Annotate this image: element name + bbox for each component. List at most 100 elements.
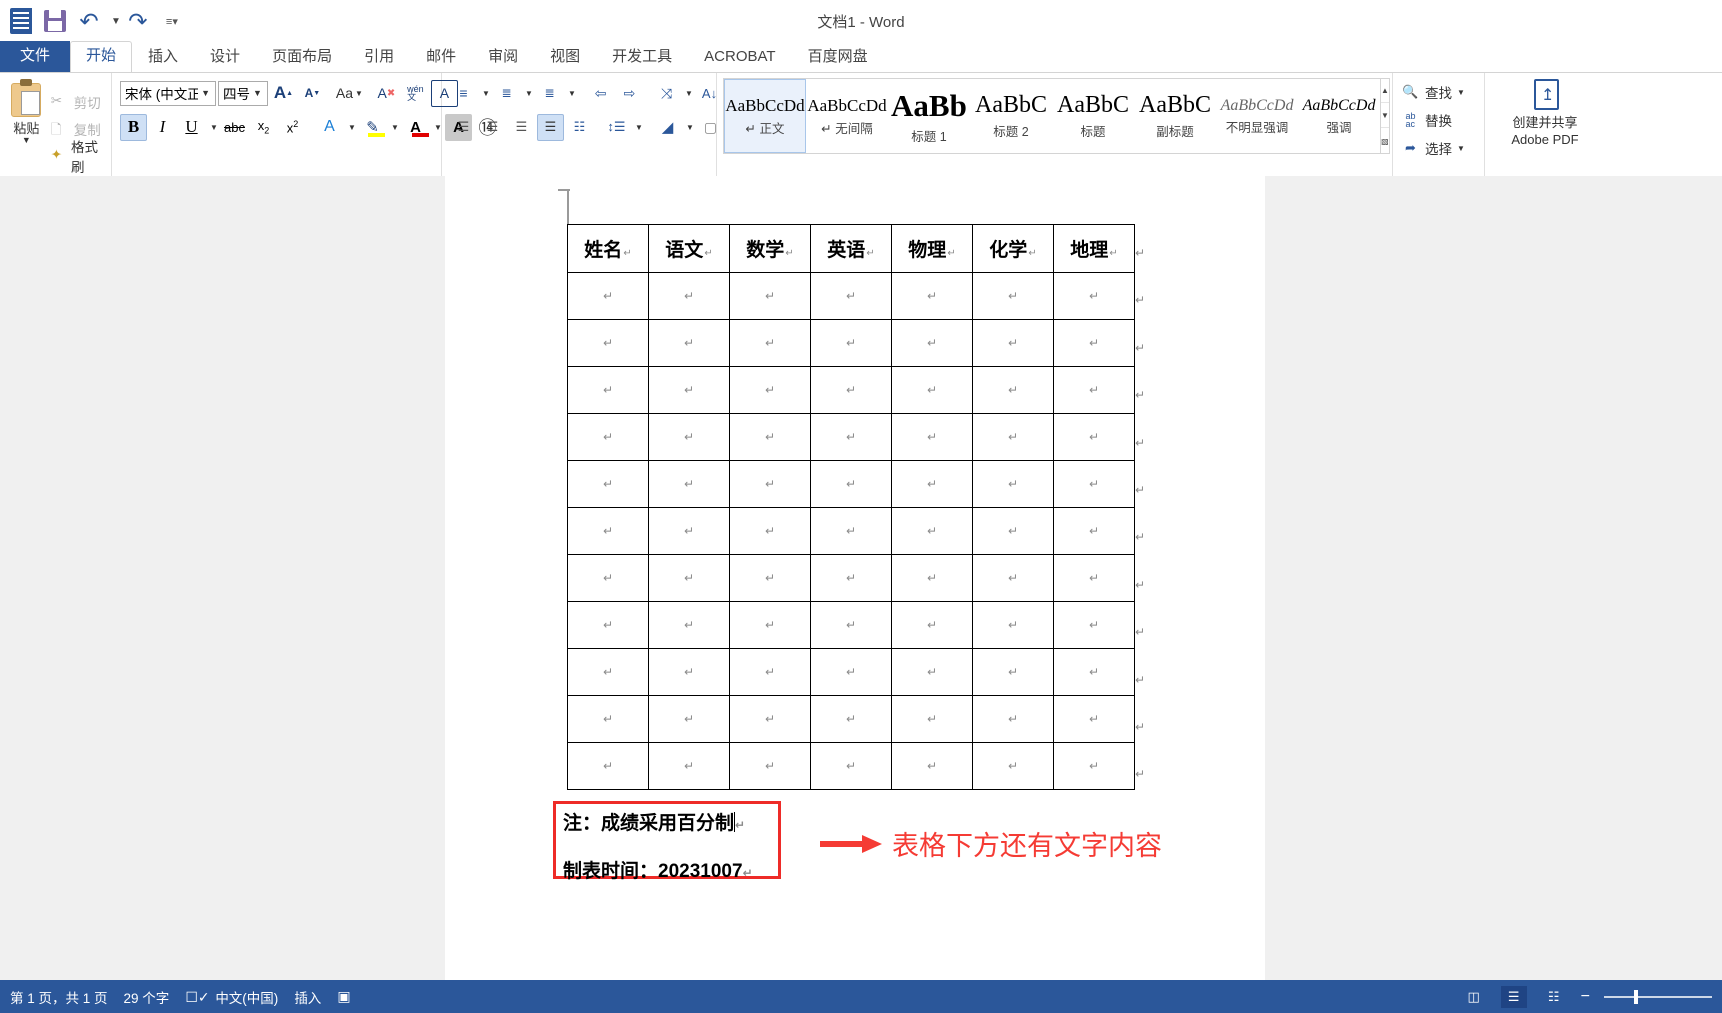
table-cell[interactable]: ↵ xyxy=(810,554,892,602)
table-cell[interactable]: ↵ xyxy=(891,601,973,649)
tab-view[interactable]: 视图 xyxy=(534,43,596,72)
table-cell[interactable]: ↵ xyxy=(891,413,973,461)
shading-icon[interactable]: ◢ xyxy=(654,114,681,141)
strikethrough-button[interactable]: abc xyxy=(221,114,248,141)
table-cell[interactable]: ↵ xyxy=(648,319,730,367)
table-cell[interactable]: ↵ xyxy=(567,695,649,743)
underline-button[interactable]: U xyxy=(178,114,205,141)
table-cell[interactable]: ↵ xyxy=(972,507,1054,555)
styles-more-icon[interactable]: ▧ xyxy=(1381,129,1389,153)
table-cell[interactable]: ↵ xyxy=(567,272,649,320)
table-cell[interactable]: ↵ xyxy=(972,366,1054,414)
numbering-dropdown-icon[interactable]: ▼ xyxy=(522,80,534,107)
style-item-7[interactable]: AaBbCcDd 强调 xyxy=(1298,79,1380,153)
table-header-cell[interactable]: 化学↵ xyxy=(972,224,1054,273)
clear-formatting-icon[interactable]: A ✖ xyxy=(373,80,400,107)
styles-scroll-down-icon[interactable]: ▼ xyxy=(1381,104,1389,128)
table-cell[interactable]: ↵ xyxy=(567,319,649,367)
styles-gallery-scrollbar[interactable]: ▲ ▼ ▧ xyxy=(1381,78,1390,154)
table-cell[interactable]: ↵ xyxy=(567,648,649,696)
grades-table[interactable]: 姓名↵ 语文↵ 数学↵ 英语↵ 物理↵ 化学↵ 地理↵ ↵ ↵ ↵ ↵ ↵ ↵ ↵ ↵ ↵ ↵ ↵ ↵ ↵ ↵ ↵ ↵ ↵ ↵ ↵… xyxy=(567,224,1135,790)
zoom-slider[interactable] xyxy=(1604,989,1712,1004)
table-cell[interactable]: ↵ xyxy=(729,648,811,696)
table-cell[interactable]: ↵ xyxy=(729,601,811,649)
table-cell[interactable]: ↵ xyxy=(1053,413,1135,461)
table-cell[interactable]: ↵ xyxy=(729,366,811,414)
table-cell[interactable]: ↵ xyxy=(1053,742,1135,790)
table-cell[interactable]: ↵ xyxy=(972,460,1054,508)
table-cell[interactable]: ↵ xyxy=(648,648,730,696)
web-layout-icon[interactable]: ☷ xyxy=(1541,986,1567,1008)
table-cell[interactable]: ↵ xyxy=(972,319,1054,367)
table-cell[interactable]: ↵ xyxy=(810,507,892,555)
paste-button[interactable]: 粘贴 ▼ xyxy=(4,77,49,177)
table-cell[interactable]: ↵ xyxy=(729,272,811,320)
proofing-icon[interactable]: ☐✓ xyxy=(185,989,209,1005)
cut-button[interactable]: ✂ 剪切 xyxy=(49,89,105,115)
table-cell[interactable]: ↵ xyxy=(729,695,811,743)
table-cell[interactable]: ↵ xyxy=(891,648,973,696)
style-item-5[interactable]: AaBbC 副标题 xyxy=(1134,79,1216,153)
table-cell[interactable]: ↵ xyxy=(567,601,649,649)
table-cell[interactable]: ↵ xyxy=(972,648,1054,696)
undo-dropdown-icon[interactable]: ▼ xyxy=(111,16,121,27)
create-share-pdf-button[interactable]: 创建并共享 Adobe PDF xyxy=(1511,114,1578,148)
table-cell[interactable]: ↵ xyxy=(648,413,730,461)
tab-page-layout[interactable]: 页面布局 xyxy=(256,43,348,72)
justify-icon[interactable]: ☰ xyxy=(537,113,564,141)
multilevel-dropdown-icon[interactable]: ▼ xyxy=(565,80,577,107)
table-header-cell[interactable]: 地理↵ xyxy=(1053,224,1135,273)
tab-home[interactable]: 开始 xyxy=(70,41,133,72)
table-cell[interactable]: ↵ xyxy=(891,742,973,790)
find-button[interactable]: 🔍 查找 ▼ xyxy=(1401,78,1480,106)
table-cell[interactable]: ↵ xyxy=(810,319,892,367)
style-item-2[interactable]: AaBb 标题 1 xyxy=(888,79,970,153)
table-cell[interactable]: ↵ xyxy=(1053,648,1135,696)
replace-button[interactable]: ab ac 替换 xyxy=(1401,106,1480,134)
bold-button[interactable]: B xyxy=(120,113,147,141)
shading-dropdown-icon[interactable]: ▼ xyxy=(683,114,695,141)
table-cell[interactable]: ↵ xyxy=(1053,366,1135,414)
tab-insert[interactable]: 插入 xyxy=(132,43,194,72)
table-cell[interactable]: ↵ xyxy=(729,554,811,602)
tab-design[interactable]: 设计 xyxy=(194,43,256,72)
font-name-dropdown-icon[interactable]: ▼ xyxy=(198,88,213,98)
table-cell[interactable]: ↵ xyxy=(810,460,892,508)
table-cell[interactable]: ↵ xyxy=(810,366,892,414)
table-cell[interactable]: ↵ xyxy=(567,507,649,555)
page-info[interactable]: 第 1 页，共 1 页 xyxy=(10,987,108,1007)
table-cell[interactable]: ↵ xyxy=(567,554,649,602)
table-cell[interactable]: ↵ xyxy=(648,601,730,649)
table-cell[interactable]: ↵ xyxy=(972,695,1054,743)
table-cell[interactable]: ↵ xyxy=(972,601,1054,649)
insert-mode[interactable]: 插入 xyxy=(294,987,321,1007)
table-cell[interactable]: ↵ xyxy=(729,460,811,508)
table-cell[interactable]: ↵ xyxy=(810,742,892,790)
font-name-input[interactable]: 宋体 (中文正文 ▼ xyxy=(120,80,216,106)
table-cell[interactable]: ↵ xyxy=(972,554,1054,602)
find-dropdown-icon[interactable]: ▼ xyxy=(1457,88,1465,97)
table-cell[interactable]: ↵ xyxy=(891,366,973,414)
align-center-icon[interactable]: ☰ xyxy=(479,114,506,141)
table-cell[interactable]: ↵ xyxy=(567,460,649,508)
table-cell[interactable]: ↵ xyxy=(648,366,730,414)
create-share-pdf-icon[interactable] xyxy=(1530,79,1560,113)
style-item-4[interactable]: AaBbC 标题 xyxy=(1052,79,1134,153)
table-cell[interactable]: ↵ xyxy=(648,507,730,555)
line-spacing-dropdown-icon[interactable]: ▼ xyxy=(632,114,644,141)
table-cell[interactable]: ↵ xyxy=(810,413,892,461)
highlight-dropdown-icon[interactable]: ▼ xyxy=(388,114,400,141)
table-header-cell[interactable]: 物理↵ xyxy=(891,224,973,273)
asian-layout-icon[interactable]: ⤨ xyxy=(653,80,680,107)
font-size-dropdown-icon[interactable]: ▼ xyxy=(250,88,265,98)
decrease-indent-icon[interactable]: ⇦ xyxy=(587,80,614,107)
note-line-2[interactable]: 制表时间：20231007↵ xyxy=(563,856,753,883)
table-cell[interactable]: ↵ xyxy=(1053,272,1135,320)
document-workspace[interactable]: 姓名↵ 语文↵ 数学↵ 英语↵ 物理↵ 化学↵ 地理↵ ↵ ↵ ↵ ↵ ↵ ↵ ↵ ↵ ↵ ↵ ↵ ↵ ↵ ↵ ↵ ↵ ↵ ↵ ↵… xyxy=(0,176,1722,980)
table-cell[interactable]: ↵ xyxy=(1053,695,1135,743)
table-cell[interactable]: ↵ xyxy=(567,366,649,414)
styles-scroll-up-icon[interactable]: ▲ xyxy=(1381,79,1389,103)
align-left-icon[interactable]: ☰ xyxy=(450,114,477,141)
increase-indent-icon[interactable]: ⇨ xyxy=(616,80,643,107)
table-cell[interactable]: ↵ xyxy=(729,507,811,555)
